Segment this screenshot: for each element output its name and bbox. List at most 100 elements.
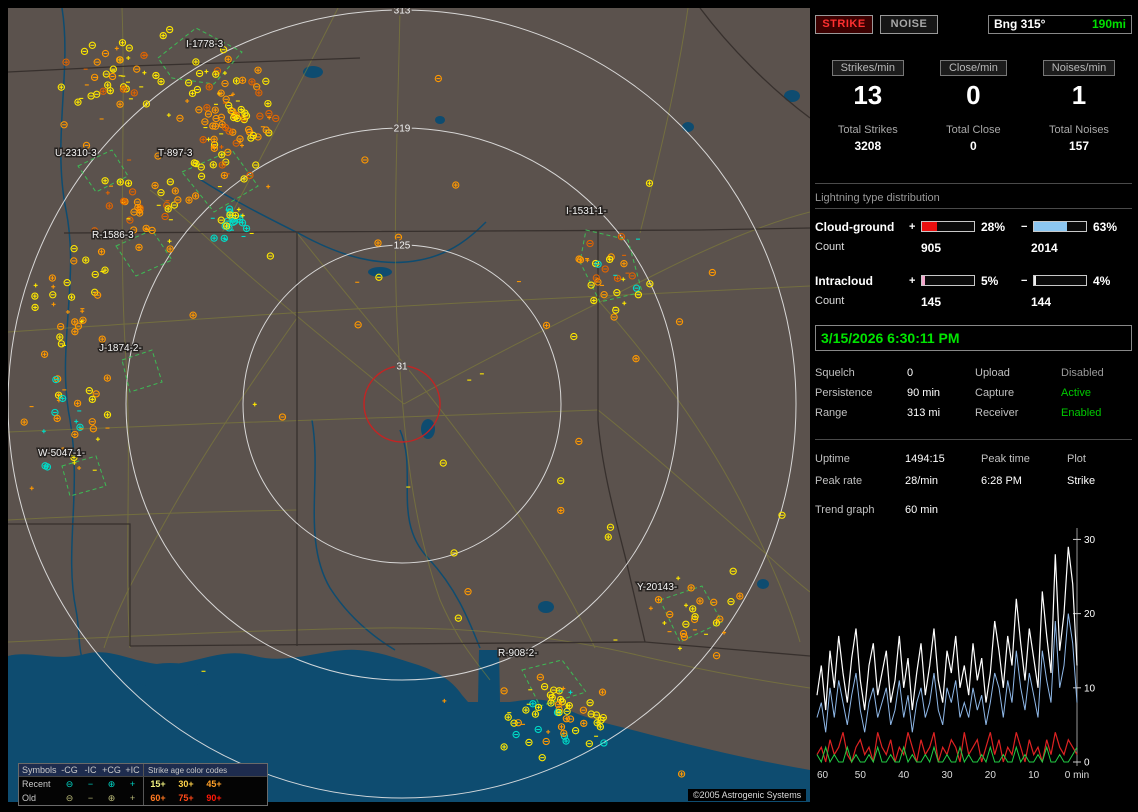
ic-minus-bar bbox=[1033, 275, 1087, 286]
strikes-per-min-value: 13 bbox=[853, 80, 883, 110]
datetime-display: 3/15/2026 6:30:11 PM bbox=[815, 325, 1132, 351]
age-75-label: 75+ bbox=[178, 793, 194, 803]
total-noises-label: Total Noises bbox=[1049, 124, 1109, 136]
trend-series-total-strikes bbox=[816, 546, 1078, 711]
cg-plus-recent-icon: ⊕ bbox=[107, 779, 116, 789]
capture-label: Capture bbox=[975, 387, 1015, 399]
range-ring-label: 125 bbox=[394, 241, 411, 252]
ic-plus-old-icon: + bbox=[129, 793, 136, 803]
ic-minus-count: 144 bbox=[1031, 295, 1052, 309]
ic-plus-count: 145 bbox=[921, 295, 942, 309]
total-close-label: Total Close bbox=[946, 124, 1001, 136]
ic-plus-bar-fill bbox=[922, 276, 925, 285]
receiver-label: Receiver bbox=[975, 407, 1019, 419]
intracloud-row: Intracloud + 5% − 4% bbox=[815, 273, 1132, 288]
trend-x-tick-label: 20 bbox=[985, 770, 997, 781]
age-45-label: 45+ bbox=[206, 779, 222, 789]
age-90-label: 90+ bbox=[206, 793, 222, 803]
storm-cell-label: I-1778-3 bbox=[186, 39, 224, 50]
storm-cell-label: W-5047-1- bbox=[38, 448, 85, 459]
legend-row-old: Old ⊖ − ⊕ + 60+ 75+ 90+ bbox=[19, 791, 267, 805]
divider bbox=[815, 183, 1132, 184]
legend-col-ic-minus: -IC bbox=[84, 765, 97, 775]
minus-sign: − bbox=[1021, 274, 1028, 287]
lake bbox=[757, 579, 769, 589]
strike-button[interactable]: STRIKE bbox=[815, 14, 873, 34]
lake bbox=[538, 601, 554, 613]
ic-plus-percent: 5% bbox=[981, 273, 999, 288]
uptime-value: 1494:15 bbox=[905, 453, 945, 465]
legend-recent-label: Recent bbox=[22, 779, 51, 789]
close-per-min-button[interactable]: Close/min bbox=[939, 60, 1007, 76]
settings-row-persistence: Persistence 90 min Capture Active bbox=[815, 383, 1132, 403]
divider bbox=[815, 439, 1132, 440]
trend-graph-label: Trend graph bbox=[815, 504, 875, 516]
trend-y-tick-label: 20 bbox=[1084, 609, 1096, 620]
storm-cell-label: R-1586-3 bbox=[92, 230, 134, 241]
legend-col-cg-plus: +CG bbox=[102, 765, 121, 775]
map-legend: Symbols -CG -IC +CG +IC Strike age color… bbox=[18, 763, 268, 806]
range-ring-label: 219 bbox=[394, 124, 411, 135]
settings-row-squelch: Squelch 0 Upload Disabled bbox=[815, 363, 1132, 383]
storm-cell-label: Y-20143- bbox=[637, 582, 677, 593]
total-strikes-label: Total Strikes bbox=[837, 124, 898, 136]
range-ring-label: 31 bbox=[396, 362, 408, 373]
ic-minus-recent-icon: − bbox=[87, 779, 94, 789]
peak-rate-value: 28/min bbox=[905, 475, 939, 487]
storm-cell-label: I-1531-1- bbox=[566, 206, 607, 217]
storm-cell-label: U-2310-3 bbox=[55, 148, 97, 159]
noises-per-min-button[interactable]: Noises/min bbox=[1042, 60, 1116, 76]
peak-rate-label: Peak rate bbox=[815, 475, 863, 487]
strikes-per-min-column: Strikes/min 13 Total Strikes 3208 bbox=[815, 60, 921, 153]
close-per-min-column: Close/min 0 Total Close 0 bbox=[921, 60, 1027, 153]
ic-count-label: Count bbox=[815, 295, 845, 307]
trend-x-tick-label: 0 min bbox=[1065, 770, 1089, 781]
ic-minus-percent: 4% bbox=[1093, 273, 1111, 288]
persistence-label: Persistence bbox=[815, 387, 873, 399]
intracloud-count-row: Count 145 144 bbox=[815, 295, 1132, 309]
cg-plus-old-icon: ⊕ bbox=[107, 793, 116, 803]
peak-time-label: Peak time bbox=[981, 453, 1030, 465]
range-label: Range bbox=[815, 407, 848, 419]
cg-minus-count: 2014 bbox=[1031, 241, 1058, 255]
cg-plus-bar-fill bbox=[922, 222, 937, 231]
cg-count-label: Count bbox=[815, 241, 845, 253]
trend-window-value: 60 min bbox=[905, 504, 939, 516]
cg-minus-recent-icon: ⊖ bbox=[65, 779, 74, 789]
squelch-value: 0 bbox=[907, 367, 914, 379]
cg-plus-percent: 28% bbox=[981, 219, 1006, 234]
age-60-label: 60+ bbox=[150, 793, 166, 803]
range-ring-label: 313 bbox=[394, 8, 411, 17]
lake bbox=[784, 90, 800, 102]
close-per-min-value: 0 bbox=[966, 80, 981, 110]
intracloud-label: Intracloud bbox=[815, 273, 874, 288]
trend-graph: 30 20 10 0 60 50 40 30 20 10 0 min bbox=[816, 528, 1096, 781]
storm-cell-label: R-908-2- bbox=[498, 648, 537, 659]
strikes-per-min-button[interactable]: Strikes/min bbox=[831, 60, 904, 76]
legend-header: Symbols -CG -IC +CG +IC Strike age color… bbox=[19, 764, 267, 777]
trend-y-tick-label: 0 bbox=[1084, 758, 1090, 769]
trend-y-tick-label: 30 bbox=[1084, 535, 1096, 546]
distribution-title: Lightning type distribution bbox=[815, 192, 940, 204]
panel-header: STRIKE NOISE Bng 315° 190mi bbox=[815, 14, 1132, 34]
bearing-label: Bng 315° bbox=[994, 17, 1046, 31]
status-panel: STRIKE NOISE Bng 315° 190mi Strikes/min … bbox=[815, 8, 1132, 804]
upload-label: Upload bbox=[975, 367, 1010, 379]
total-close-value: 0 bbox=[970, 139, 977, 153]
trend-x-tick-label: 30 bbox=[941, 770, 953, 781]
cloud-ground-label: Cloud-ground bbox=[815, 219, 895, 234]
persistence-value: 90 min bbox=[907, 387, 941, 399]
plot-value: Strike bbox=[1067, 475, 1096, 487]
storm-cell-label: T-897-3 bbox=[158, 148, 193, 159]
peak-time-value: 6:28 PM bbox=[981, 475, 1022, 487]
bearing-display: Bng 315° 190mi bbox=[988, 14, 1132, 34]
lake bbox=[303, 66, 323, 78]
peak-rate-row: Peak rate 28/min 6:28 PM Strike bbox=[815, 470, 1132, 492]
noise-button[interactable]: NOISE bbox=[880, 14, 938, 34]
cg-minus-bar-fill bbox=[1034, 222, 1067, 231]
lightning-map[interactable]: 313 219 125 31 I-1778-3 U-2310-3 T-897-3 R-1586… bbox=[8, 8, 810, 806]
bearing-range: 190mi bbox=[1091, 17, 1126, 31]
divider bbox=[815, 208, 1132, 209]
range-value: 313 mi bbox=[907, 407, 941, 419]
lake bbox=[368, 267, 392, 277]
